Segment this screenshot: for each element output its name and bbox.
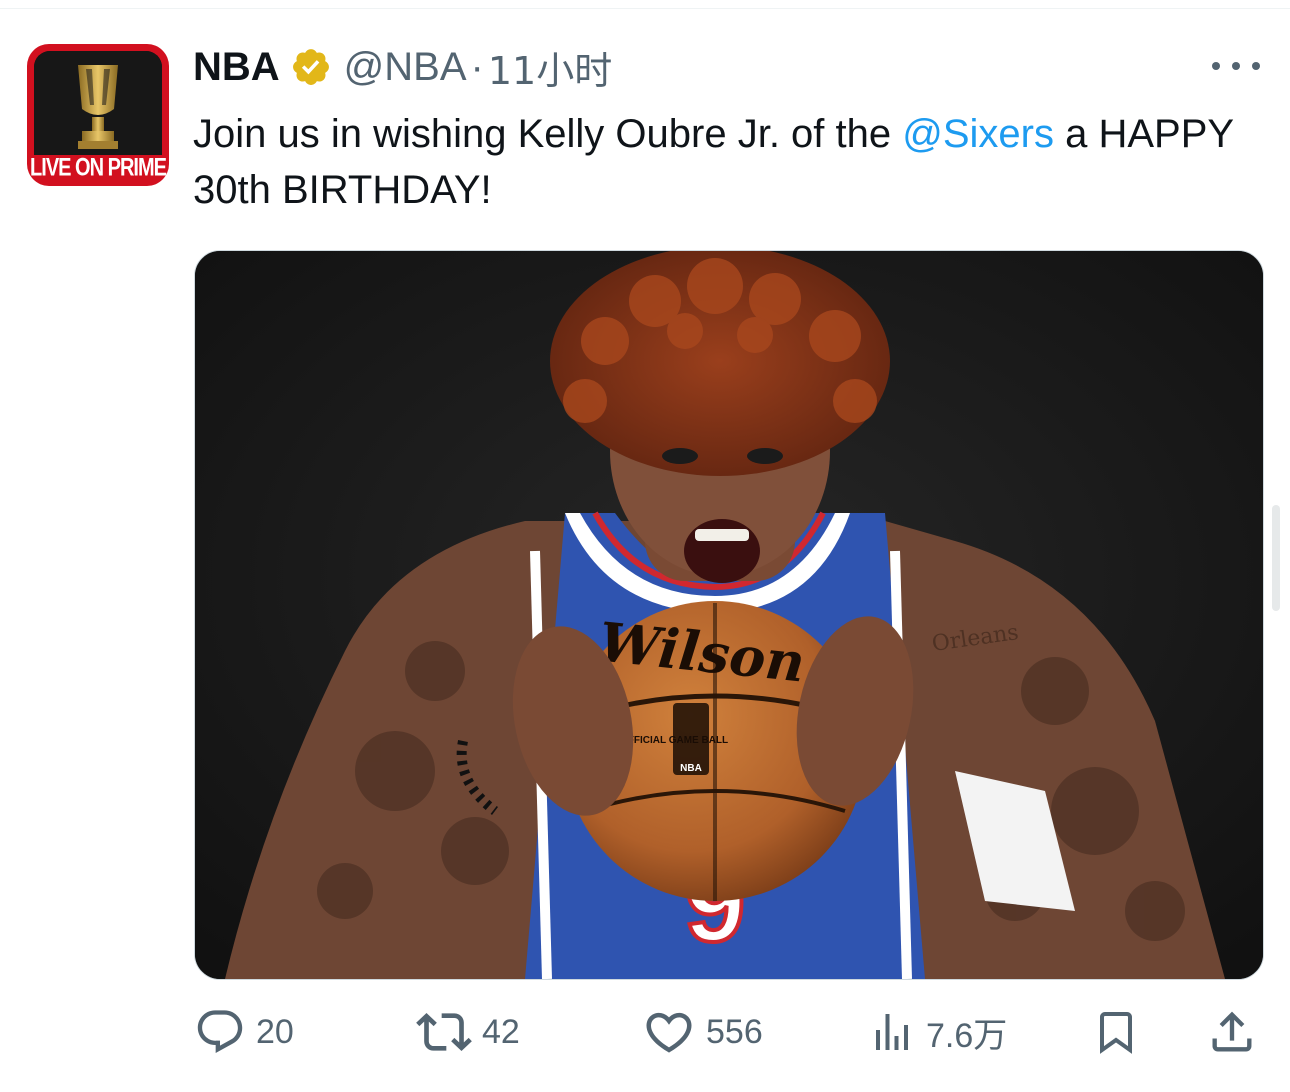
mention-link[interactable]: @Sixers [902, 112, 1054, 156]
share-icon [1212, 1011, 1252, 1052]
trophy-icon [34, 51, 162, 155]
ball-logo-text: NBA [680, 763, 702, 774]
tweet-media-image[interactable]: 9 Wilson OFFICIAL GAME BALL NBA Orleans [194, 250, 1264, 980]
like-button[interactable]: 556 [642, 1000, 763, 1064]
retweet-button[interactable]: 42 [416, 1000, 520, 1064]
reply-count: 20 [256, 1012, 294, 1051]
bookmark-button[interactable] [1092, 1000, 1140, 1064]
player-photo: 9 Wilson OFFICIAL GAME BALL NBA Orleans [195, 251, 1263, 979]
share-button[interactable] [1206, 1000, 1258, 1064]
more-icon[interactable] [1212, 54, 1260, 78]
separator-dot: · [470, 44, 484, 89]
author-name[interactable]: NBA [193, 45, 280, 90]
verified-badge-icon[interactable] [290, 46, 332, 88]
like-count: 556 [706, 1012, 763, 1051]
author-handle[interactable]: @NBA [344, 45, 467, 90]
views-icon [876, 1014, 908, 1050]
views-button[interactable]: 7.6万 [868, 1000, 1007, 1064]
tweet-header: NBA @NBA · 11小时 [193, 38, 612, 96]
reply-button[interactable]: 20 [194, 1000, 294, 1064]
avatar-image [34, 51, 162, 155]
views-count: 7.6万 [926, 1016, 1008, 1055]
tweet-text: Join us in wishing Kelly Oubre Jr. of th… [193, 106, 1263, 218]
avatar-band-text: LIVE ON PRIME [30, 153, 167, 182]
top-divider [0, 0, 1290, 9]
retweet-icon [416, 1013, 472, 1051]
tweet-actions: 20 42 556 7.6万 [0, 1000, 1290, 1064]
tweet-text-part-1: Join us in wishing Kelly Oubre Jr. of th… [193, 112, 903, 156]
timestamp[interactable]: 11小时 [488, 40, 612, 95]
bookmark-icon [1100, 1012, 1132, 1054]
avatar[interactable]: LIVE ON PRIME [27, 44, 169, 186]
scrollbar[interactable] [1272, 505, 1280, 611]
retweet-count: 42 [482, 1012, 520, 1051]
reply-icon [197, 1010, 243, 1054]
like-icon [646, 1012, 692, 1053]
